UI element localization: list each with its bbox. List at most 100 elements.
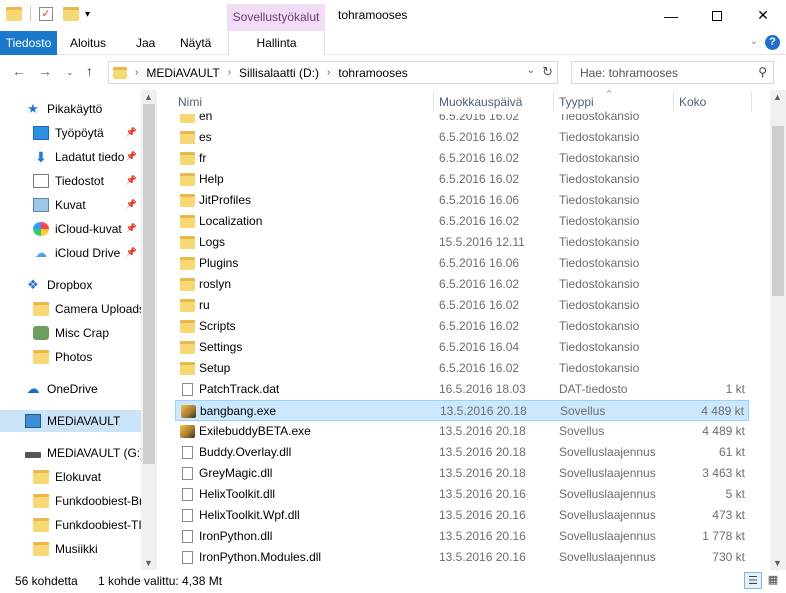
recent-locations-icon[interactable]: ⌄ (66, 67, 74, 78)
tab-home[interactable]: Aloitus (70, 31, 106, 55)
file-row[interactable]: Buddy.Overlay.dll 13.5.2016 20.18 Sovellus… (175, 442, 749, 463)
sidebar-item[interactable]: Funkdoobiest-Br (0, 490, 143, 512)
scroll-down-icon[interactable]: ▼ (773, 558, 782, 568)
tab-file[interactable]: Tiedosto (0, 31, 57, 55)
column-header-date[interactable]: Muokkauspäivä (439, 90, 523, 114)
pin-icon[interactable]: 📌 (126, 223, 137, 234)
tab-share[interactable]: Jaa (136, 31, 155, 55)
scrollbar-thumb[interactable] (772, 126, 784, 296)
file-row[interactable]: ru 6.5.2016 16.02 Tiedostokansio (175, 295, 749, 316)
file-name: Logs (199, 235, 226, 249)
chevron-right-icon[interactable]: › (327, 67, 330, 78)
chevron-down-icon[interactable]: ⌄ (527, 65, 535, 76)
pin-icon[interactable]: 📌 (126, 247, 137, 258)
dll-file-icon (182, 509, 193, 522)
expand-ribbon-icon[interactable]: ⌄ (750, 36, 758, 47)
refresh-icon[interactable]: ↻ (542, 64, 553, 80)
sidebar-item[interactable]: iCloud-kuvat 📌 (0, 218, 141, 240)
file-name: fr (199, 151, 207, 165)
file-row[interactable]: Plugins 6.5.2016 16.06 Tiedostokansio (175, 253, 749, 274)
scroll-up-icon[interactable]: ▲ (144, 92, 153, 102)
file-row[interactable]: fr 6.5.2016 16.02 Tiedostokansio (175, 148, 749, 169)
pin-icon[interactable]: 📌 (126, 127, 137, 138)
customize-toolbar-icon[interactable]: ▾ (85, 9, 90, 20)
file-row[interactable]: PatchTrack.dat 16.5.2016 18.03 DAT-tiedost… (175, 379, 749, 400)
minimize-button[interactable]: — (648, 0, 694, 31)
pin-icon[interactable]: 📌 (126, 199, 137, 210)
sidebar-item[interactable]: ❖ Dropbox (0, 274, 141, 296)
application-icon (180, 425, 195, 438)
sidebar-item[interactable]: MEDiAVAULT (0, 410, 141, 432)
search-box[interactable]: ⚲ (571, 61, 774, 84)
help-icon[interactable]: ? (765, 35, 780, 50)
address-bar[interactable]: › MEDiAVAULT › Sillisalaatti (D:) › tohr… (108, 61, 558, 84)
file-row[interactable]: GreyMagic.dll 13.5.2016 20.18 Sovelluslaaj… (175, 463, 749, 484)
file-row[interactable]: Logs 15.5.2016 12.11 Tiedostokansio (175, 232, 749, 253)
file-row[interactable]: es 6.5.2016 16.02 Tiedostokansio (175, 127, 749, 148)
sidebar-item[interactable]: Työpöytä 📌 (0, 122, 141, 144)
up-arrow-icon[interactable]: ↑ (86, 63, 93, 79)
sidebar-item[interactable]: Kuvat 📌 (0, 194, 141, 216)
file-row[interactable]: bangbang.exe 13.5.2016 20.18 Sovellus 4 489… (175, 400, 749, 421)
maximize-button[interactable] (694, 0, 740, 31)
large-icons-view-button[interactable]: ▦ (764, 572, 782, 589)
breadcrumb-item[interactable]: tohramooses (338, 66, 407, 80)
close-button[interactable]: ✕ (740, 0, 786, 31)
sidebar-item[interactable]: ⬇ Ladatut tiedo 📌 (0, 146, 141, 168)
file-row[interactable]: Settings 6.5.2016 16.04 Tiedostokansio (175, 337, 749, 358)
scrollbar-thumb[interactable] (143, 104, 155, 464)
scroll-down-icon[interactable]: ▼ (144, 558, 153, 568)
chevron-right-icon[interactable]: › (228, 67, 231, 78)
file-row[interactable]: HelixToolkit.Wpf.dll 13.5.2016 20.16 Sovel… (175, 505, 749, 526)
sidebar-item[interactable]: Musiikki (0, 538, 141, 560)
file-row[interactable]: HelixToolkit.dll 13.5.2016 20.16 Sovellusl… (175, 484, 749, 505)
sidebar-item[interactable]: ☁ iCloud Drive 📌 (0, 242, 141, 264)
sidebar-item[interactable]: MEDiAVAULT (G:) (0, 442, 144, 464)
forward-arrow-icon[interactable]: → (38, 63, 52, 79)
file-list-scrollbar[interactable]: ▲ ▼ (770, 90, 786, 570)
breadcrumb-item[interactable]: MEDiAVAULT (146, 66, 219, 80)
file-row[interactable]: ExilebuddyBETA.exe 13.5.2016 20.18 Sovellu… (175, 421, 749, 442)
file-row[interactable]: Localization 6.5.2016 16.02 Tiedostokansio (175, 211, 749, 232)
file-row[interactable]: roslyn 6.5.2016 16.02 Tiedostokansio (175, 274, 749, 295)
sidebar-item[interactable]: ★ Pikakäyttö (0, 98, 141, 120)
pin-icon[interactable]: 📌 (126, 151, 137, 162)
sidebar-item[interactable]: Funkdoobiest-TI (0, 514, 142, 536)
sidebar-item[interactable]: Elokuvat (0, 466, 141, 488)
column-divider[interactable] (433, 92, 434, 112)
chevron-right-icon[interactable]: › (135, 67, 138, 78)
scroll-up-icon[interactable]: ▲ (773, 92, 782, 102)
pin-icon[interactable]: 📌 (126, 175, 137, 186)
file-name: PatchTrack.dat (199, 382, 280, 396)
column-divider[interactable] (673, 92, 674, 112)
navigation-pane-scrollbar[interactable]: ▲ ▼ (141, 90, 157, 570)
file-row[interactable]: JitProfiles 6.5.2016 16.06 Tiedostokansio (175, 190, 749, 211)
column-divider[interactable] (751, 92, 752, 112)
tab-manage[interactable]: Hallinta (228, 31, 325, 55)
new-folder-icon[interactable] (63, 7, 79, 21)
properties-icon[interactable]: ✓ (39, 7, 53, 21)
sidebar-item-label: Dropbox (47, 278, 93, 292)
sidebar-item[interactable]: ☁ OneDrive (0, 378, 141, 400)
details-view-button[interactable]: ☰ (744, 572, 762, 589)
breadcrumb-item[interactable]: Sillisalaatti (D:) (239, 66, 319, 80)
search-input[interactable] (580, 65, 750, 80)
tab-view[interactable]: Näytä (180, 31, 211, 55)
sidebar-item[interactable]: Misc Crap (0, 322, 141, 344)
column-header-name[interactable]: Nimi (178, 90, 202, 114)
column-divider[interactable] (553, 92, 554, 112)
file-row[interactable]: Setup 6.5.2016 16.02 Tiedostokansio (175, 358, 749, 379)
file-row[interactable]: Scripts 6.5.2016 16.02 Tiedostokansio (175, 316, 749, 337)
search-icon[interactable]: ⚲ (758, 65, 767, 79)
sidebar-item[interactable]: Camera Uploads (0, 298, 145, 320)
file-row[interactable]: IronPython.Modules.dll 13.5.2016 20.16 Sov… (175, 547, 749, 568)
file-row[interactable]: Help 6.5.2016 16.02 Tiedostokansio (175, 169, 749, 190)
column-header-type[interactable]: Tyyppi (559, 90, 594, 114)
back-arrow-icon[interactable]: ← (12, 63, 26, 79)
file-type: Tiedostokansio (559, 193, 640, 207)
column-header-size[interactable]: Koko (679, 90, 707, 114)
view-switcher: ☰ ▦ (744, 572, 782, 589)
sidebar-item[interactable]: Photos (0, 346, 141, 368)
file-row[interactable]: IronPython.dll 13.5.2016 20.16 Sovelluslaa… (175, 526, 749, 547)
sidebar-item[interactable]: Tiedostot 📌 (0, 170, 141, 192)
